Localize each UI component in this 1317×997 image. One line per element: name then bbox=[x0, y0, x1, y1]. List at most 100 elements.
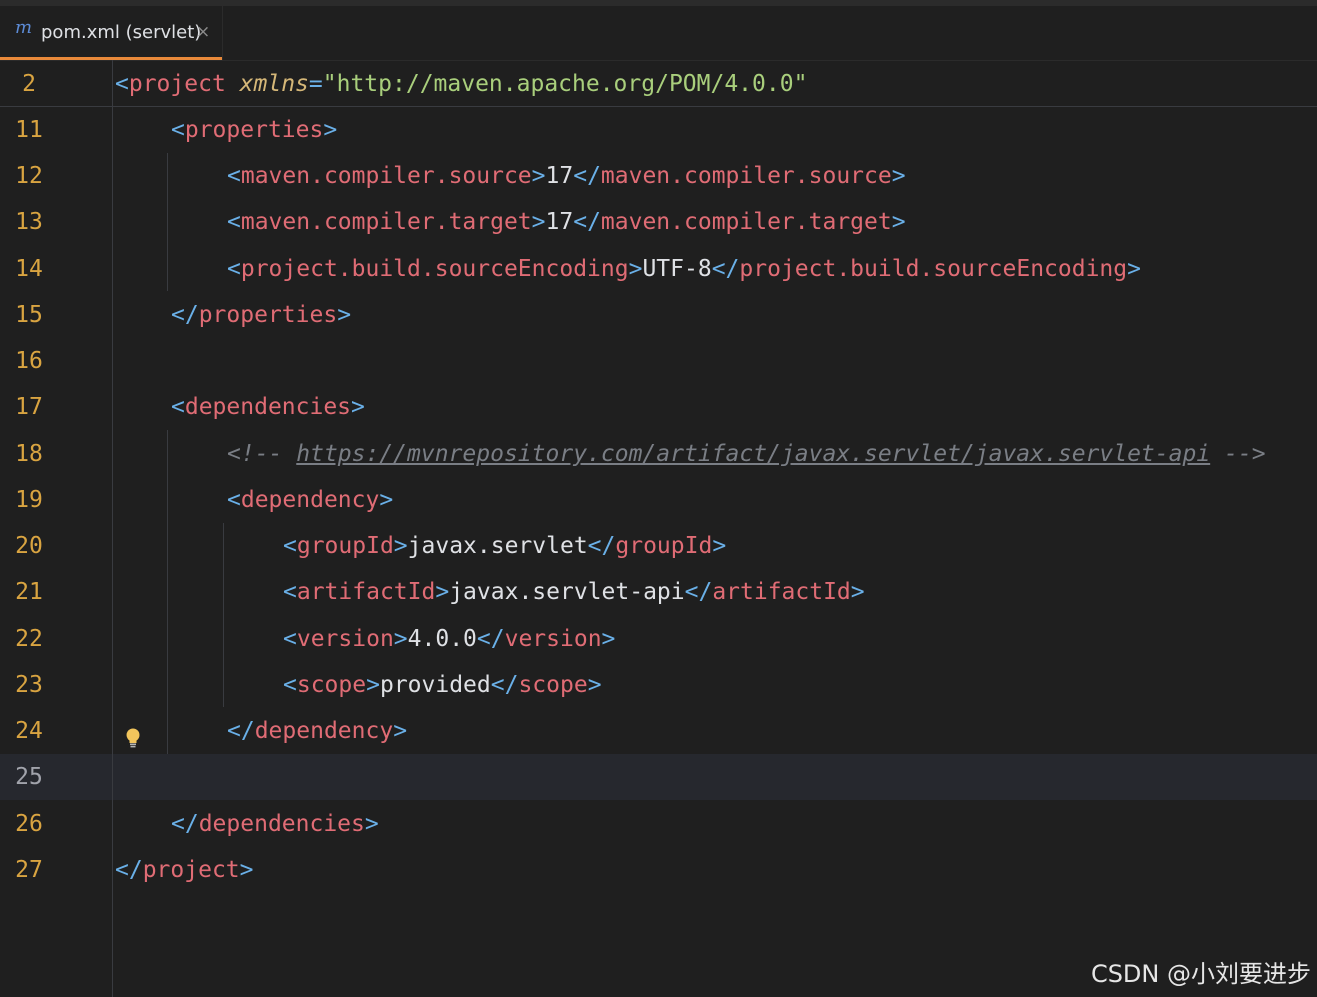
line-number: 14 bbox=[15, 256, 43, 282]
code-line[interactable]: 25 bbox=[0, 754, 1317, 800]
code-token: scope bbox=[296, 672, 367, 698]
code-token: https://mvnrepository.com/artifact/javax… bbox=[296, 441, 1211, 467]
code-token: scope bbox=[518, 672, 588, 698]
code-text: <project xmlns="http://maven.apache.org/… bbox=[115, 71, 807, 97]
code-text: <groupId>javax.servlet</groupId> bbox=[283, 533, 726, 559]
code-token: groupId bbox=[296, 533, 394, 559]
line-number: 18 bbox=[15, 441, 43, 467]
code-token: </ bbox=[171, 811, 199, 837]
code-token: dependency bbox=[240, 487, 380, 513]
code-token: > bbox=[435, 579, 450, 605]
close-icon[interactable]: × bbox=[196, 22, 210, 42]
code-token: </ bbox=[573, 209, 601, 235]
code-token: > bbox=[366, 672, 380, 698]
code-token: </ bbox=[115, 857, 143, 883]
line-number: 2 bbox=[22, 71, 36, 97]
code-line[interactable]: 20 <groupId>javax.servlet</groupId> bbox=[0, 523, 1317, 569]
code-token: > bbox=[712, 533, 727, 559]
code-token: > bbox=[364, 811, 379, 837]
code-line[interactable]: 15 </properties> bbox=[0, 292, 1317, 338]
code-token: project.build.sourceEncoding bbox=[240, 256, 629, 282]
code-text: <!-- https://mvnrepository.com/artifact/… bbox=[227, 441, 1266, 467]
code-token: > bbox=[337, 302, 352, 328]
code-token: --> bbox=[1210, 441, 1266, 467]
tab-pom-xml[interactable]: m pom.xml (servlet) × bbox=[0, 6, 223, 60]
editor-tab-bar: m pom.xml (servlet) × bbox=[0, 0, 1317, 61]
code-line[interactable]: 22 <version>4.0.0</version> bbox=[0, 616, 1317, 662]
line-number: 24 bbox=[15, 718, 43, 744]
code-line[interactable]: 26 </dependencies> bbox=[0, 801, 1317, 847]
code-text: <maven.compiler.target>17</maven.compile… bbox=[227, 209, 906, 235]
code-text: </project> bbox=[115, 857, 254, 883]
code-token: > bbox=[379, 487, 394, 513]
code-token: </ bbox=[490, 672, 519, 698]
line-number: 23 bbox=[15, 672, 43, 698]
code-token: javax.servlet-api bbox=[449, 579, 685, 605]
line-number: 22 bbox=[15, 626, 43, 652]
code-token: dependency bbox=[254, 718, 394, 744]
code-token: maven.compiler.source bbox=[240, 163, 532, 189]
code-token: > bbox=[891, 209, 906, 235]
code-text: <maven.compiler.source>17</maven.compile… bbox=[227, 163, 906, 189]
code-line[interactable]: 2 <project xmlns="http://maven.apache.org… bbox=[0, 61, 1317, 107]
code-token: dependencies bbox=[198, 811, 365, 837]
line-number: 13 bbox=[15, 209, 43, 235]
code-line[interactable]: 27 </project> bbox=[0, 847, 1317, 893]
code-text: <version>4.0.0</version> bbox=[283, 626, 615, 652]
line-number: 25 bbox=[15, 764, 43, 790]
tab-title: pom.xml (servlet) bbox=[41, 22, 202, 43]
code-line[interactable]: 14 <project.build.sourceEncoding>UTF-8</p… bbox=[0, 246, 1317, 292]
code-line[interactable]: 16 bbox=[0, 338, 1317, 384]
code-token: > bbox=[351, 394, 365, 420]
code-token: project bbox=[142, 857, 240, 883]
code-line[interactable]: 13 <maven.compiler.target>17</maven.compi… bbox=[0, 199, 1317, 245]
code-token: artifactId bbox=[712, 579, 851, 605]
code-line[interactable]: 12 <maven.compiler.source>17</maven.compi… bbox=[0, 153, 1317, 199]
code-token: provided bbox=[379, 672, 491, 698]
active-tab-indicator bbox=[0, 57, 222, 60]
code-token: < bbox=[283, 533, 297, 559]
code-token: = bbox=[308, 71, 323, 97]
code-token: maven.compiler.target bbox=[600, 209, 892, 235]
code-line[interactable]: 23 <scope>provided</scope> bbox=[0, 662, 1317, 708]
code-token: < bbox=[283, 672, 297, 698]
code-line[interactable]: 11 <properties> bbox=[0, 107, 1317, 153]
code-token: version bbox=[296, 626, 394, 652]
code-token: xmlns bbox=[239, 71, 309, 97]
line-number: 15 bbox=[15, 302, 43, 328]
code-token: </ bbox=[227, 718, 255, 744]
code-line[interactable]: 21 <artifactId>javax.servlet-api</artifac… bbox=[0, 569, 1317, 615]
code-token: > bbox=[601, 626, 616, 652]
code-token: > bbox=[393, 718, 408, 744]
code-text: </dependencies> bbox=[171, 811, 379, 837]
code-token: 17 bbox=[545, 163, 574, 189]
code-token: < bbox=[171, 117, 185, 143]
code-token: </ bbox=[587, 533, 616, 559]
code-token: > bbox=[323, 117, 338, 143]
code-token: 17 bbox=[545, 209, 574, 235]
line-number: 12 bbox=[15, 163, 43, 189]
lightbulb-icon[interactable] bbox=[123, 727, 143, 749]
code-token: project.build.sourceEncoding bbox=[739, 256, 1128, 282]
code-token: < bbox=[115, 71, 129, 97]
code-token: > bbox=[239, 857, 254, 883]
code-text: </properties> bbox=[171, 302, 351, 328]
code-token: groupId bbox=[615, 533, 713, 559]
line-number: 19 bbox=[15, 487, 43, 513]
code-text: <artifactId>javax.servlet-api</artifactI… bbox=[283, 579, 865, 605]
code-line[interactable]: 24 </dependency> bbox=[0, 708, 1317, 754]
code-line[interactable]: 18 <!-- https://mvnrepository.com/artifac… bbox=[0, 431, 1317, 477]
code-token: < bbox=[227, 163, 241, 189]
code-token: < bbox=[171, 394, 185, 420]
line-number: 16 bbox=[15, 348, 43, 374]
code-text: </dependency> bbox=[227, 718, 407, 744]
code-token: </ bbox=[476, 626, 505, 652]
code-line[interactable]: 17 <dependencies> bbox=[0, 384, 1317, 430]
code-token: < bbox=[283, 579, 297, 605]
code-token: > bbox=[628, 256, 643, 282]
line-number: 26 bbox=[15, 811, 43, 837]
code-text: <project.build.sourceEncoding>UTF-8</pro… bbox=[227, 256, 1141, 282]
code-line[interactable]: 19 <dependency> bbox=[0, 477, 1317, 523]
code-token: properties bbox=[184, 117, 324, 143]
code-token: > bbox=[1127, 256, 1141, 282]
